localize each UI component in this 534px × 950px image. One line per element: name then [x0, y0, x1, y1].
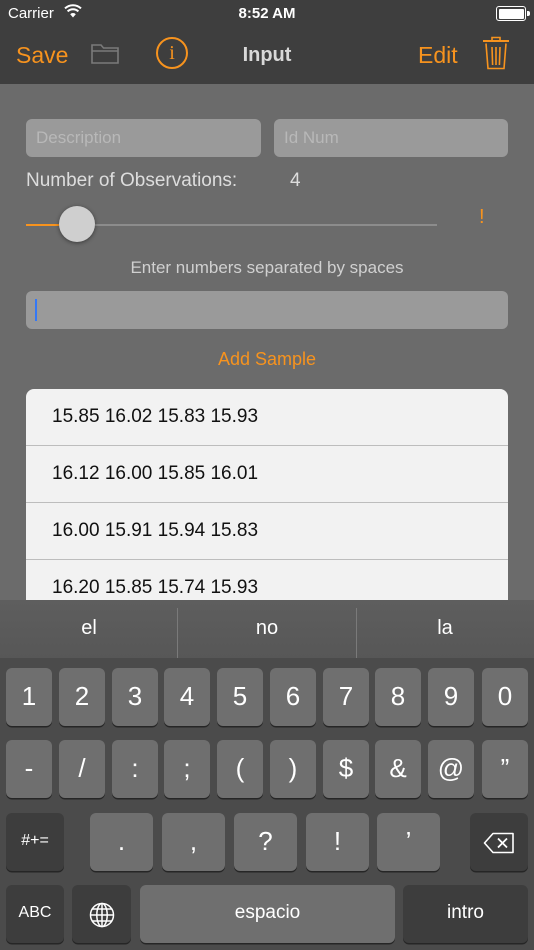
- list-item[interactable]: 15.85 16.02 15.83 15.93: [26, 389, 508, 446]
- backspace-icon[interactable]: [470, 813, 528, 871]
- key-2[interactable]: 2: [59, 668, 105, 726]
- clock: 8:52 AM: [238, 5, 296, 22]
- abc-key[interactable]: ABC: [6, 885, 64, 943]
- key-dollar[interactable]: $: [323, 740, 369, 798]
- key-period[interactable]: .: [90, 813, 153, 871]
- key-0[interactable]: 0: [482, 668, 528, 726]
- key-7[interactable]: 7: [323, 668, 369, 726]
- key-8[interactable]: 8: [375, 668, 421, 726]
- return-key[interactable]: intro: [403, 885, 528, 943]
- save-button[interactable]: Save: [16, 42, 68, 69]
- id-num-field[interactable]: Id Num: [274, 119, 508, 157]
- key-open-paren[interactable]: (: [217, 740, 263, 798]
- key-6[interactable]: 6: [270, 668, 316, 726]
- prediction-1[interactable]: el: [0, 600, 178, 658]
- key-colon[interactable]: :: [112, 740, 158, 798]
- key-at[interactable]: @: [428, 740, 474, 798]
- key-apostrophe[interactable]: ’: [377, 813, 440, 871]
- trash-icon[interactable]: [482, 36, 510, 75]
- battery-icon: [496, 6, 530, 21]
- description-field[interactable]: Description: [26, 119, 261, 157]
- list-item[interactable]: 16.12 16.00 15.85 16.01: [26, 446, 508, 503]
- symbols-toggle-key[interactable]: #+=: [6, 813, 64, 871]
- nav-bar: Save i Input Edit: [0, 28, 534, 84]
- numbers-input[interactable]: [26, 291, 508, 329]
- key-4[interactable]: 4: [164, 668, 210, 726]
- folder-icon[interactable]: [91, 42, 119, 69]
- input-hint: Enter numbers separated by spaces: [130, 258, 404, 277]
- text-cursor: [35, 299, 37, 321]
- globe-icon[interactable]: [72, 885, 131, 943]
- add-sample-button[interactable]: Add Sample: [0, 349, 534, 370]
- samples-list[interactable]: 15.85 16.02 15.83 15.93 16.12 16.00 15.8…: [26, 389, 508, 600]
- prediction-bar: el no la: [0, 600, 534, 658]
- info-icon[interactable]: i: [156, 37, 188, 69]
- key-5[interactable]: 5: [217, 668, 263, 726]
- prediction-3[interactable]: la: [356, 600, 534, 658]
- key-hyphen[interactable]: -: [6, 740, 52, 798]
- space-key[interactable]: espacio: [140, 885, 395, 943]
- key-quote[interactable]: ”: [482, 740, 528, 798]
- status-bar: Carrier 8:52 AM: [0, 0, 534, 28]
- list-item[interactable]: 16.20 15.85 15.74 15.93: [26, 560, 508, 600]
- prediction-2[interactable]: no: [178, 600, 356, 658]
- key-exclamation[interactable]: !: [306, 813, 369, 871]
- observations-slider-thumb[interactable]: [58, 206, 95, 242]
- key-comma[interactable]: ,: [162, 813, 225, 871]
- key-close-paren[interactable]: ): [270, 740, 316, 798]
- key-1[interactable]: 1: [6, 668, 52, 726]
- key-3[interactable]: 3: [112, 668, 158, 726]
- key-question[interactable]: ?: [234, 813, 297, 871]
- key-9[interactable]: 9: [428, 668, 474, 726]
- warning-icon[interactable]: !: [479, 206, 485, 229]
- edit-button[interactable]: Edit: [418, 42, 458, 69]
- keyboard: el no la 1 2 3 4 5 6 7 8 9 0 - / : ; ( )…: [0, 600, 534, 950]
- observations-value: 4: [290, 170, 301, 191]
- key-semicolon[interactable]: ;: [164, 740, 210, 798]
- key-slash[interactable]: /: [59, 740, 105, 798]
- list-item[interactable]: 16.00 15.91 15.94 15.83: [26, 503, 508, 560]
- key-ampersand[interactable]: &: [375, 740, 421, 798]
- observations-label: Number of Observations:: [26, 170, 238, 191]
